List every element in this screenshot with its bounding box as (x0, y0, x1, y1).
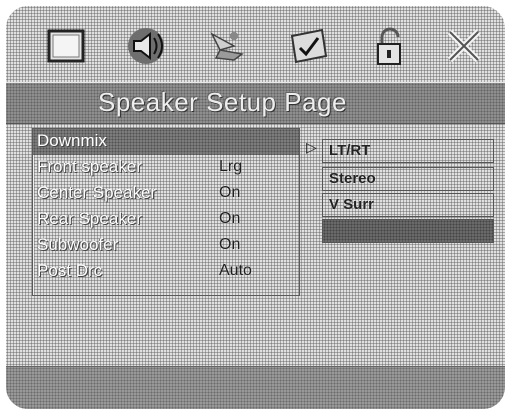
osd-screen: Speaker Setup Page Downmix Front speaker… (6, 6, 505, 409)
setting-label: Front speaker (37, 157, 142, 176)
general-setup-icon[interactable] (44, 24, 88, 68)
setting-row-post-drc[interactable]: Post Drc Auto (33, 259, 299, 285)
password-icon[interactable] (368, 24, 412, 68)
setting-label: Subwoofer (37, 235, 119, 254)
speaker-setup-icon[interactable] (124, 24, 168, 68)
downmix-options: LT/RT Stereo V Surr (322, 135, 494, 245)
setting-row-center-speaker[interactable]: Center Speaker On (33, 181, 299, 207)
option-label: V Surr (329, 196, 375, 213)
option-label: Stereo (329, 170, 376, 187)
setting-row-downmix[interactable]: Downmix (33, 129, 299, 155)
setting-label: Rear Speaker (37, 209, 142, 228)
setting-value: Auto (219, 262, 252, 279)
option-v-surr[interactable]: V Surr (322, 193, 494, 217)
status-bar (6, 366, 505, 409)
option-label: LT/RT (329, 142, 371, 159)
setting-label: Post Drc (37, 261, 103, 280)
setting-row-front-speaker[interactable]: Front speaker Lrg (33, 155, 299, 181)
option-stereo[interactable]: Stereo (322, 167, 494, 191)
setting-label: Downmix (37, 131, 107, 150)
audio-setup-icon[interactable] (204, 24, 248, 68)
settings-list: Downmix Front speaker Lrg Center Speaker… (32, 128, 300, 296)
preferences-icon[interactable] (286, 24, 330, 68)
setting-value: On (219, 236, 241, 253)
exit-icon[interactable] (442, 24, 486, 68)
setting-label: Center Speaker (37, 183, 157, 202)
option-lt-rt[interactable]: LT/RT (322, 139, 494, 163)
page-title: Speaker Setup Page (98, 87, 347, 117)
option-highlighted[interactable] (322, 219, 494, 243)
setting-value: On (219, 184, 241, 201)
page-title-bar: Speaker Setup Page (6, 82, 505, 124)
submenu-arrow-icon: ▷ (306, 139, 317, 155)
setting-value: Lrg (219, 158, 243, 175)
setting-value: On (219, 210, 241, 227)
setup-icon-bar (6, 14, 505, 76)
setting-row-rear-speaker[interactable]: Rear Speaker On (33, 207, 299, 233)
setting-row-subwoofer[interactable]: Subwoofer On (33, 233, 299, 259)
